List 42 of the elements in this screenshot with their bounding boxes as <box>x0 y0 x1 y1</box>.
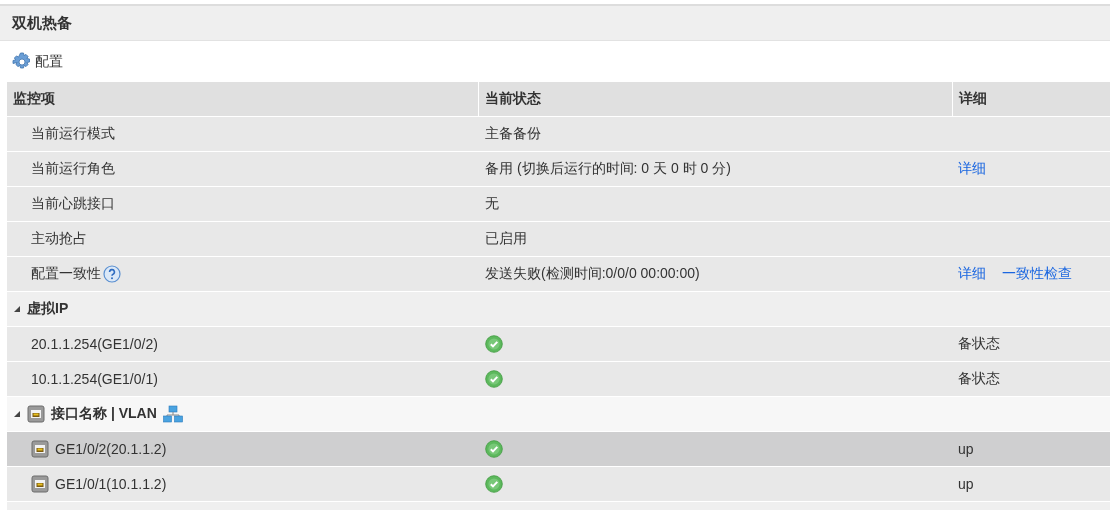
expand-triangle-icon[interactable] <box>13 305 21 313</box>
network-icon <box>162 405 183 423</box>
table-row[interactable]: GE1/0/1(10.1.1.2) up <box>7 467 1110 502</box>
group-label: 接口名称 | VLAN <box>51 405 157 423</box>
check-icon <box>485 440 503 458</box>
table-cell: 配置一致性 <box>31 265 101 283</box>
config-button[interactable]: 配置 <box>12 51 63 72</box>
help-icon <box>103 265 121 283</box>
detail-link[interactable]: 一致性检查 <box>1002 265 1072 283</box>
table-cell-text: 发送失败(检测时间:0/0/0 00:00:00) <box>484 265 701 283</box>
table-cell: GE1/0/1(10.1.1.2) <box>55 476 167 492</box>
expand-triangle-icon[interactable] <box>13 410 21 418</box>
detail-link[interactable]: 详细 <box>958 160 986 178</box>
table-cell-text: 当前运行模式 <box>30 125 116 143</box>
port-icon <box>31 475 49 493</box>
table-cell-text: 主动抢占 <box>30 230 88 248</box>
group-label: 虚拟IP <box>27 300 69 318</box>
table-cell-text: 备状态 <box>957 335 1001 353</box>
table-cell-text: 当前心跳接口 <box>30 195 116 213</box>
column-header: 详细 <box>952 82 1110 116</box>
settings-icon <box>12 51 32 72</box>
table-cell-text: up <box>957 476 975 492</box>
panel-title: 双机热备 <box>0 6 1110 41</box>
table-cell-text: 10.1.1.254(GE1/0/1) <box>30 371 159 387</box>
port-icon <box>31 440 49 458</box>
column-header: 监控项 <box>12 89 56 108</box>
table-row[interactable]: GE1/0/2(20.1.1.2) up <box>7 432 1110 467</box>
table-cell-text: up <box>957 441 975 457</box>
table-cell-text: 20.1.1.254(GE1/0/2) <box>30 336 159 352</box>
table-cell-text: 主备备份 <box>484 125 542 143</box>
table-cell: GE1/0/2(20.1.1.2) <box>55 441 167 457</box>
detail-link[interactable]: 详细 <box>958 265 986 283</box>
table-cell-text: 当前运行角色 <box>30 160 116 178</box>
check-icon <box>485 335 503 353</box>
check-icon <box>485 370 503 388</box>
check-icon <box>485 475 503 493</box>
table-cell-text: 无 <box>484 195 500 213</box>
port-icon <box>27 405 45 423</box>
table-cell-text: 备用 (切换后运行的时间: 0 天 0 时 0 分) <box>484 160 732 178</box>
table-cell-text: 备状态 <box>957 370 1001 388</box>
table-cell-text: 已启用 <box>484 230 528 248</box>
column-header: 当前状态 <box>478 82 952 116</box>
